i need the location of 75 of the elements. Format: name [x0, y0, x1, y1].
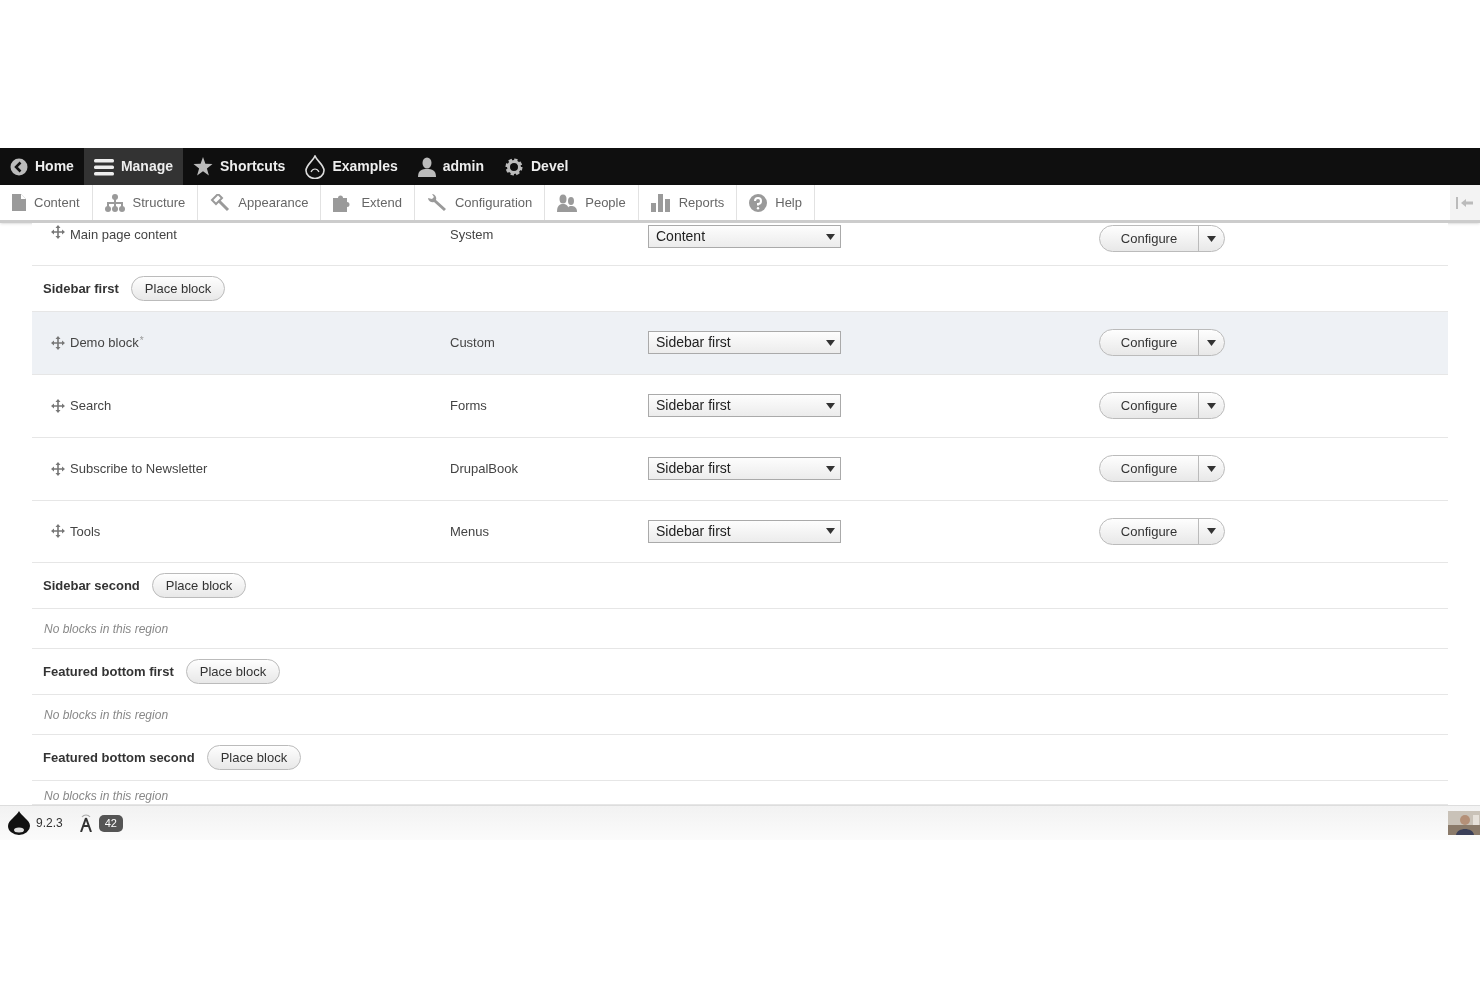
place-block-button[interactable]: Place block	[130, 275, 226, 301]
block-title: Search	[70, 396, 113, 415]
tray-menu-item[interactable]: Structure	[92, 185, 199, 220]
region-title: Sidebar first	[43, 279, 119, 298]
drop-logo-icon	[8, 811, 30, 835]
changed-mark: *	[139, 335, 144, 347]
toolbar-tab[interactable]: Examples	[295, 148, 408, 185]
block-category: Custom	[450, 334, 496, 353]
place-block-button[interactable]: Place block	[185, 659, 281, 685]
toolbar-tab[interactable]: admin	[407, 148, 494, 185]
count-badge: 42	[98, 814, 123, 832]
block-category: System	[450, 226, 495, 244]
antenna-icon	[78, 814, 93, 832]
tray-menu-item[interactable]: Extend	[321, 185, 415, 220]
region-title: Featured bottom first	[43, 662, 174, 681]
people-icon	[557, 193, 578, 212]
version-label: 9.2.3	[36, 815, 63, 832]
region-select[interactable]: Sidebar first	[648, 519, 841, 543]
block-title: Demo block*	[70, 334, 145, 353]
caret-icon	[826, 402, 835, 409]
caret-icon	[1207, 528, 1216, 535]
block-title: Tools	[70, 522, 102, 541]
region-select[interactable]: Sidebar first	[648, 331, 841, 355]
star-icon	[193, 157, 214, 176]
caret-icon	[826, 528, 835, 535]
region-title: Sidebar second	[43, 577, 140, 596]
bar-chart-icon	[650, 193, 671, 212]
drag-handle-icon[interactable]	[51, 398, 65, 413]
block-title: Main page content	[70, 226, 178, 244]
wrench-icon	[426, 193, 447, 212]
block-title: Subscribe to Newsletter	[70, 459, 209, 478]
gear-icon	[504, 156, 524, 177]
menu-icon	[93, 157, 114, 176]
orientation-toggle[interactable]	[1450, 185, 1480, 220]
drag-handle-icon[interactable]	[51, 335, 65, 350]
region-select[interactable]: Content	[648, 225, 841, 248]
drop-icon	[305, 154, 326, 179]
tray-menu-item[interactable]: People	[545, 185, 639, 220]
back-icon	[10, 157, 28, 176]
collapse-icon	[1456, 196, 1474, 209]
toolbar-tab[interactable]: Manage	[83, 148, 184, 185]
tray-menu-item[interactable]: Help	[737, 185, 815, 220]
help-icon	[749, 193, 768, 212]
toolbar-tab[interactable]: Devel	[494, 148, 579, 185]
place-block-button[interactable]: Place block	[151, 573, 247, 599]
caret-icon	[1207, 235, 1216, 242]
caret-icon	[1207, 402, 1216, 409]
empty-region-message: No blocks in this region	[44, 789, 169, 804]
document-icon	[12, 194, 26, 211]
region-select[interactable]: Sidebar first	[648, 457, 841, 481]
block-category: Menus	[450, 522, 491, 541]
brush-icon	[210, 193, 231, 212]
tray-menu-item[interactable]: Appearance	[198, 185, 322, 220]
empty-region-message: No blocks in this region	[44, 707, 169, 722]
drag-handle-icon[interactable]	[51, 461, 65, 476]
caret-icon	[826, 465, 835, 472]
user-icon	[417, 156, 436, 177]
caret-icon	[1207, 465, 1216, 472]
empty-region-message: No blocks in this region	[44, 621, 169, 636]
tray-menu-item[interactable]: Content	[0, 185, 93, 220]
drag-handle-icon[interactable]	[51, 225, 65, 239]
caret-icon	[826, 233, 835, 240]
caret-icon	[826, 339, 835, 346]
block-category: DrupalBook	[450, 459, 519, 478]
tray-menu-item[interactable]: Configuration	[414, 185, 546, 220]
tray-menu-item[interactable]: Reports	[638, 185, 738, 220]
region-title: Featured bottom second	[43, 748, 195, 767]
drag-handle-icon[interactable]	[51, 524, 65, 539]
block-category: Forms	[450, 396, 488, 415]
place-block-button[interactable]: Place block	[206, 745, 302, 771]
sitemap-icon	[104, 193, 125, 212]
region-select[interactable]: Sidebar first	[648, 394, 841, 418]
caret-icon	[1207, 339, 1216, 346]
toolbar-tab[interactable]: Shortcuts	[183, 148, 296, 185]
toolbar-tab[interactable]: Home	[0, 148, 84, 185]
